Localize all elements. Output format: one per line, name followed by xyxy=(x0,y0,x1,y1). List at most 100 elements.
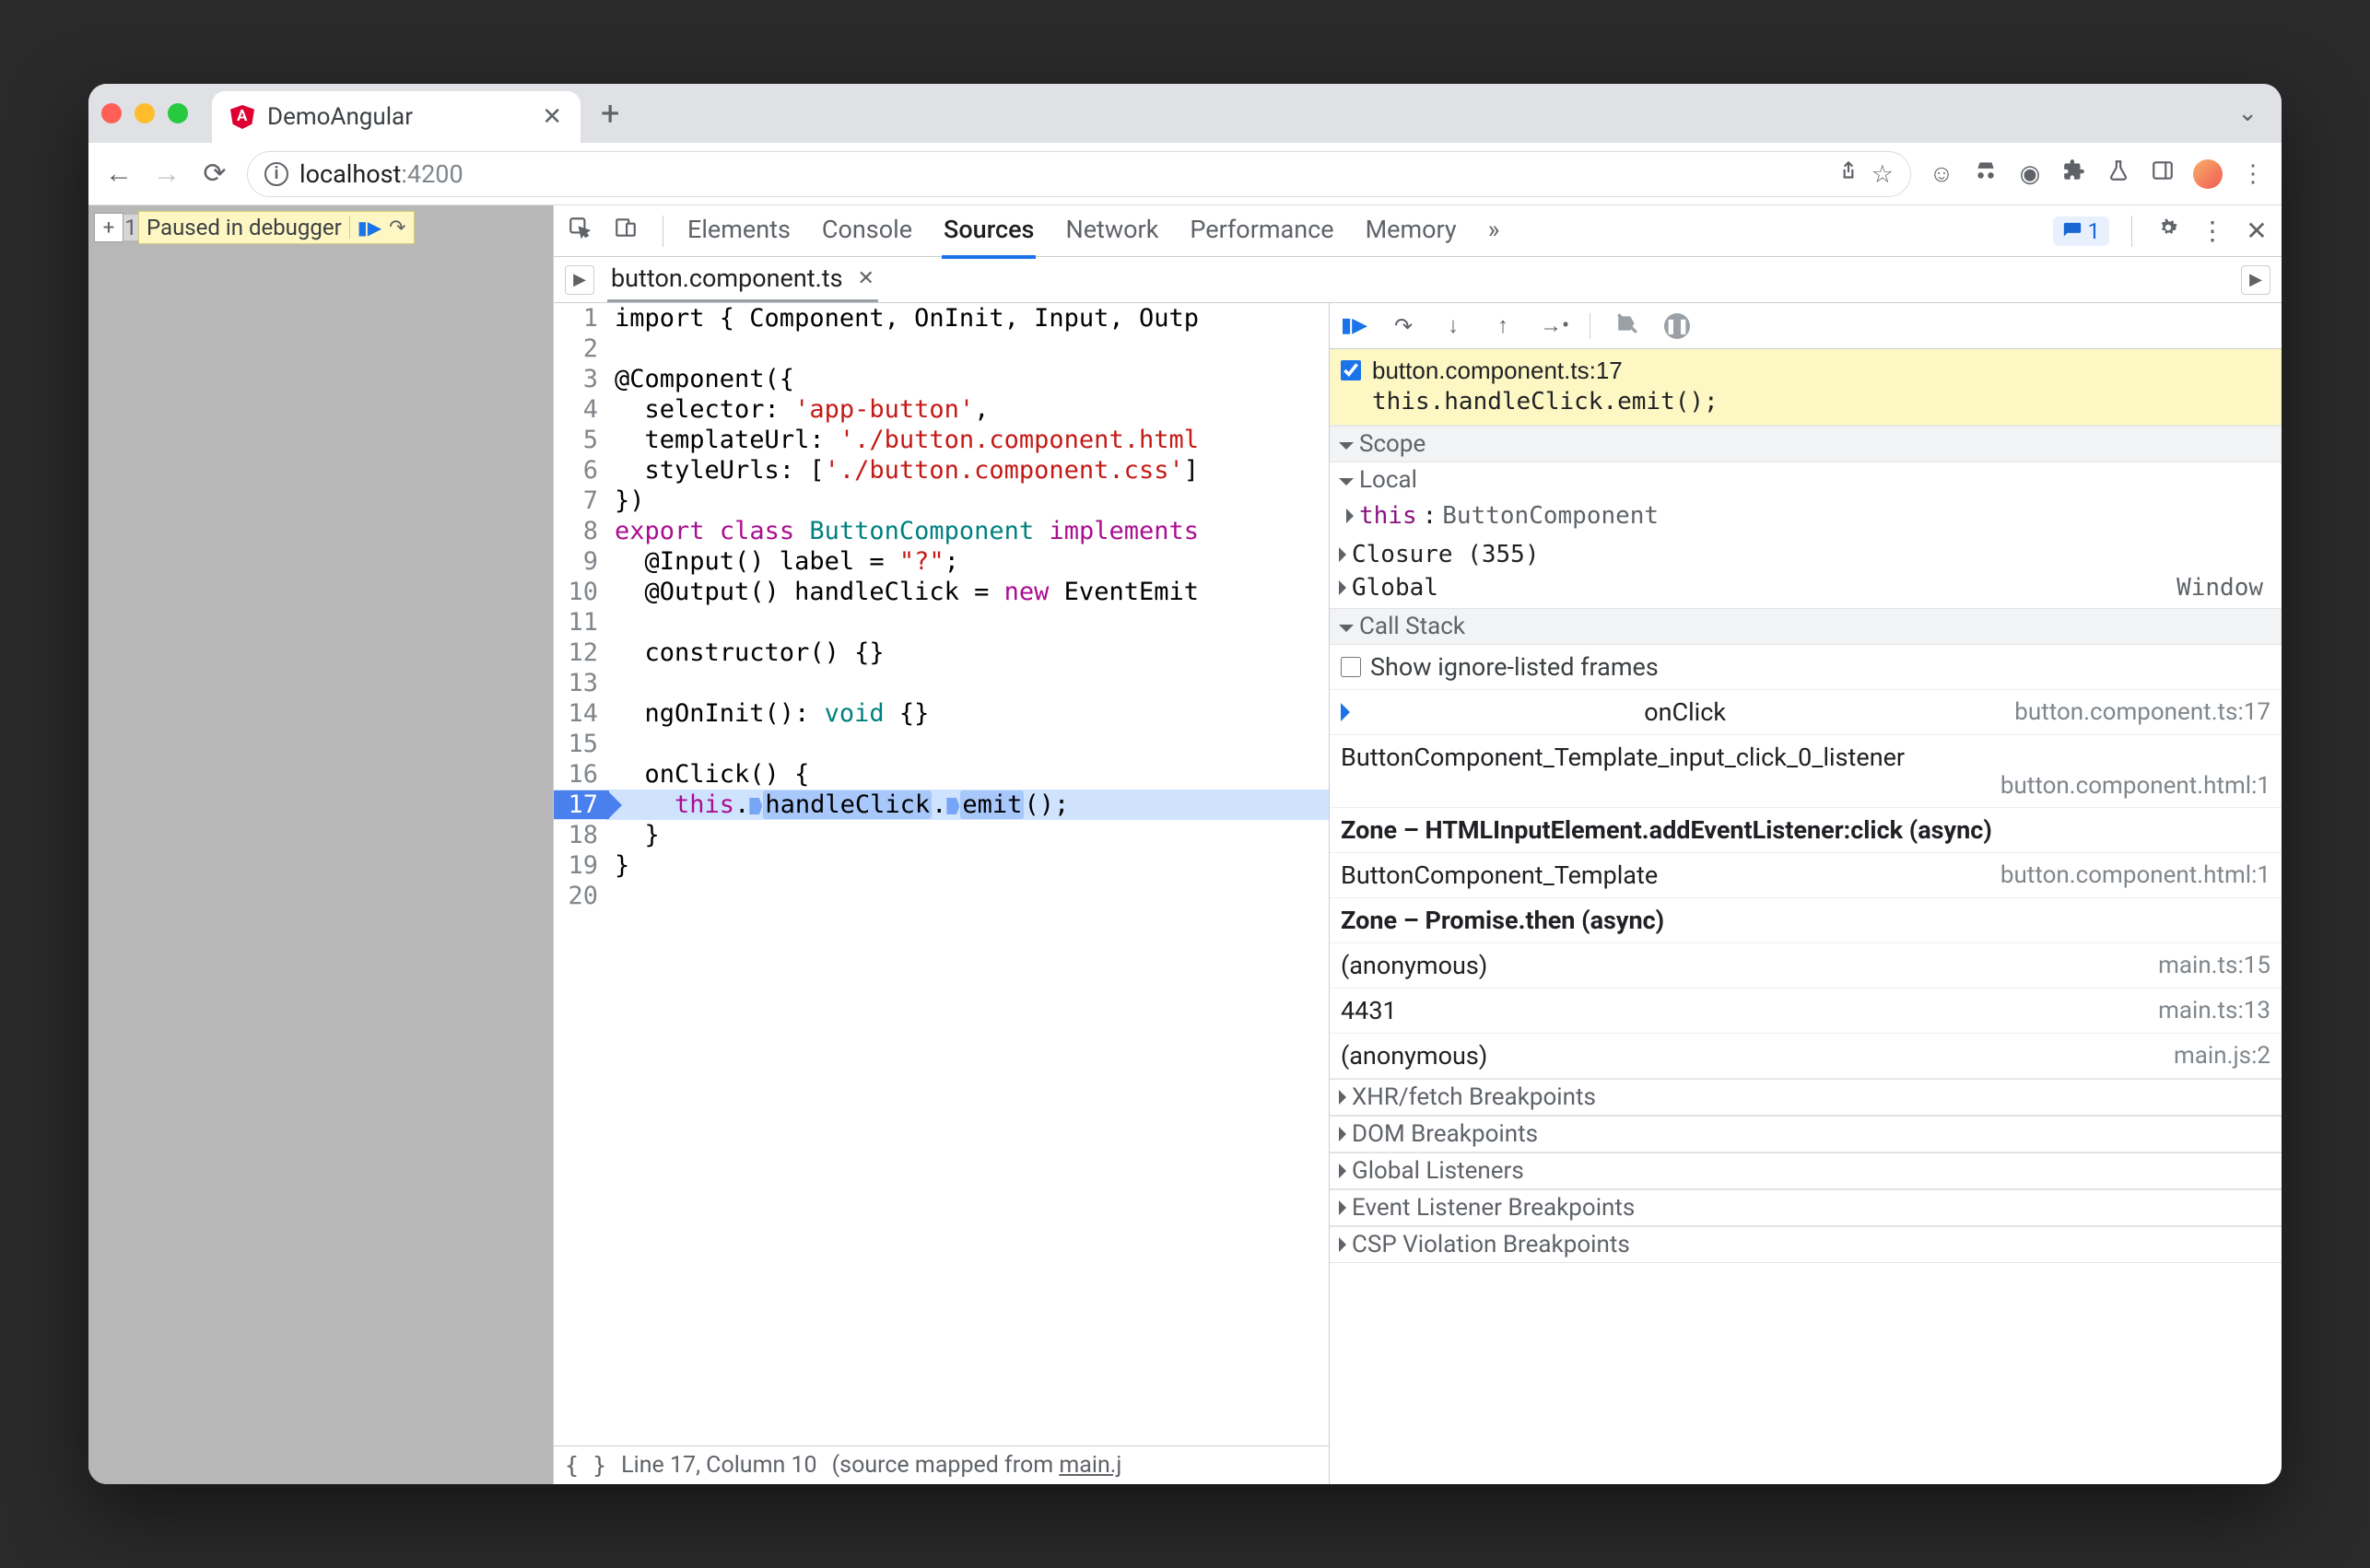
code-line[interactable]: 10 @Output() handleClick = new EventEmit xyxy=(554,577,1329,607)
step-out-button[interactable]: ↑ xyxy=(1490,312,1516,339)
tab-sources[interactable]: Sources xyxy=(942,204,1036,259)
step-over-button[interactable]: ↷ xyxy=(1390,313,1416,339)
scope-closure-row[interactable]: Closure (355) xyxy=(1339,538,2272,571)
breakpoint-file[interactable]: button.component.ts:17 xyxy=(1372,355,1719,386)
callstack-frame[interactable]: (anonymous)main.js:2 xyxy=(1330,1034,2282,1079)
extension-icon[interactable]: ☺ xyxy=(1928,159,1955,188)
issues-chip[interactable]: 1 xyxy=(2053,216,2110,246)
deactivate-breakpoints-icon[interactable] xyxy=(1614,311,1640,341)
callstack-frame[interactable]: ButtonComponent_Template_input_click_0_l… xyxy=(1330,735,2282,808)
debugger-toggle-icon[interactable]: ▶ xyxy=(2241,265,2270,295)
site-info-icon[interactable]: i xyxy=(264,162,288,186)
breakpoints-section-header[interactable]: CSP Violation Breakpoints xyxy=(1330,1226,2282,1263)
code-line[interactable]: 5 templateUrl: './button.component.html xyxy=(554,425,1329,455)
extensions-puzzle-icon[interactable] xyxy=(2060,158,2088,189)
tab-performance[interactable]: Performance xyxy=(1188,204,1335,259)
tab-memory[interactable]: Memory xyxy=(1364,204,1459,259)
step-into-button[interactable]: ↓ xyxy=(1440,312,1466,339)
code-line[interactable]: 14 ngOnInit(): void {} xyxy=(554,698,1329,729)
code-line[interactable]: 15 xyxy=(554,729,1329,759)
line-number[interactable]: 17 xyxy=(554,790,609,819)
pretty-print-icon[interactable]: { } xyxy=(565,1452,606,1479)
code-line[interactable]: 17 this.handleClick.emit(); xyxy=(554,790,1329,820)
scope-local-header[interactable]: Local xyxy=(1330,462,2282,497)
reload-button[interactable]: ⟳ xyxy=(199,158,230,190)
code-line[interactable]: 19} xyxy=(554,850,1329,881)
close-window-icon[interactable] xyxy=(101,103,122,123)
line-number[interactable]: 2 xyxy=(554,334,609,363)
line-number[interactable]: 18 xyxy=(554,821,609,849)
breakpoint-checkbox[interactable] xyxy=(1341,360,1361,380)
code-editor[interactable]: 1import { Component, OnInit, Input, Outp… xyxy=(554,303,1329,1484)
share-icon[interactable] xyxy=(1836,159,1860,189)
callstack-frame[interactable]: (anonymous)main.ts:15 xyxy=(1330,943,2282,989)
code-line[interactable]: 11 xyxy=(554,607,1329,638)
code-line[interactable]: 20 xyxy=(554,881,1329,911)
code-line[interactable]: 2 xyxy=(554,333,1329,364)
line-number[interactable]: 5 xyxy=(554,426,609,454)
close-file-icon[interactable]: ✕ xyxy=(852,267,874,290)
line-number[interactable]: 7 xyxy=(554,486,609,515)
tab-elements[interactable]: Elements xyxy=(686,204,792,259)
line-number[interactable]: 12 xyxy=(554,638,609,667)
new-tab-button[interactable]: + xyxy=(593,94,627,133)
forward-button[interactable]: → xyxy=(151,158,182,190)
code-line[interactable]: 13 xyxy=(554,668,1329,698)
code-line[interactable]: 6 styleUrls: ['./button.component.css'] xyxy=(554,455,1329,486)
scope-this-row[interactable]: this: ButtonComponent xyxy=(1346,499,2272,532)
code-line[interactable]: 9 @Input() label = "?"; xyxy=(554,546,1329,577)
pause-on-exceptions-icon[interactable]: ❚❚ xyxy=(1664,313,1690,339)
line-number[interactable]: 9 xyxy=(554,547,609,576)
code-line[interactable]: 16 onClick() { xyxy=(554,759,1329,790)
line-number[interactable]: 16 xyxy=(554,760,609,789)
code-line[interactable]: 3@Component({ xyxy=(554,364,1329,394)
minimize-window-icon[interactable] xyxy=(135,103,155,123)
code-line[interactable]: 18 } xyxy=(554,820,1329,850)
callstack-header[interactable]: Call Stack xyxy=(1330,608,2282,645)
code-line[interactable]: 7}) xyxy=(554,486,1329,516)
omnibox[interactable]: i localhost:4200 ☆ xyxy=(247,151,1911,197)
navigator-toggle-icon[interactable]: ▶ xyxy=(565,265,594,295)
callstack-frame[interactable]: onClickbutton.component.ts:17 xyxy=(1330,690,2282,735)
incognito-icon[interactable] xyxy=(1972,158,2000,189)
code-line[interactable]: 12 constructor() {} xyxy=(554,638,1329,668)
step-over-icon[interactable]: ↷ xyxy=(389,216,405,240)
line-number[interactable]: 13 xyxy=(554,669,609,697)
breakpoints-section-header[interactable]: XHR/fetch Breakpoints xyxy=(1330,1079,2282,1116)
settings-gear-icon[interactable] xyxy=(2154,216,2182,246)
extension-icon[interactable]: ◉ xyxy=(2016,160,2044,188)
maximize-window-icon[interactable] xyxy=(168,103,188,123)
line-number[interactable]: 4 xyxy=(554,395,609,424)
source-map-link[interactable]: main.j xyxy=(1059,1452,1121,1479)
tab-console[interactable]: Console xyxy=(820,204,914,259)
tabs-chevron-icon[interactable]: ⌄ xyxy=(2237,99,2269,127)
line-number[interactable]: 10 xyxy=(554,578,609,606)
profile-avatar[interactable] xyxy=(2193,159,2223,189)
tab-more[interactable]: » xyxy=(1486,204,1502,259)
resume-icon[interactable]: ▮▶ xyxy=(358,216,381,239)
add-expression-button[interactable]: + xyxy=(94,213,123,242)
code-line[interactable]: 1import { Component, OnInit, Input, Outp xyxy=(554,303,1329,333)
breakpoints-section-header[interactable]: Global Listeners xyxy=(1330,1153,2282,1189)
line-number[interactable]: 11 xyxy=(554,608,609,637)
labs-flask-icon[interactable] xyxy=(2105,158,2132,189)
devtools-close-icon[interactable]: ✕ xyxy=(2243,216,2270,246)
show-ignore-listed-toggle[interactable]: Show ignore-listed frames xyxy=(1330,645,2282,690)
resume-button[interactable]: ▮▶ xyxy=(1341,314,1367,337)
breakpoints-section-header[interactable]: DOM Breakpoints xyxy=(1330,1116,2282,1153)
code-line[interactable]: 4 selector: 'app-button', xyxy=(554,394,1329,425)
file-tab[interactable]: button.component.ts ✕ xyxy=(607,257,878,302)
code-line[interactable]: 8export class ButtonComponent implements xyxy=(554,516,1329,546)
devtools-menu-icon[interactable]: ⋮ xyxy=(2199,216,2226,246)
browser-tab[interactable]: DemoAngular ✕ xyxy=(212,91,581,143)
scope-header[interactable]: Scope xyxy=(1330,426,2282,462)
show-ignore-checkbox[interactable] xyxy=(1341,657,1361,677)
line-number[interactable]: 19 xyxy=(554,851,609,880)
breakpoints-section-header[interactable]: Event Listener Breakpoints xyxy=(1330,1189,2282,1226)
line-number[interactable]: 6 xyxy=(554,456,609,485)
chrome-menu-icon[interactable]: ⋮ xyxy=(2239,160,2267,188)
line-number[interactable]: 8 xyxy=(554,517,609,545)
line-number[interactable]: 15 xyxy=(554,730,609,758)
back-button[interactable]: ← xyxy=(103,158,135,190)
line-number[interactable]: 1 xyxy=(554,304,609,333)
